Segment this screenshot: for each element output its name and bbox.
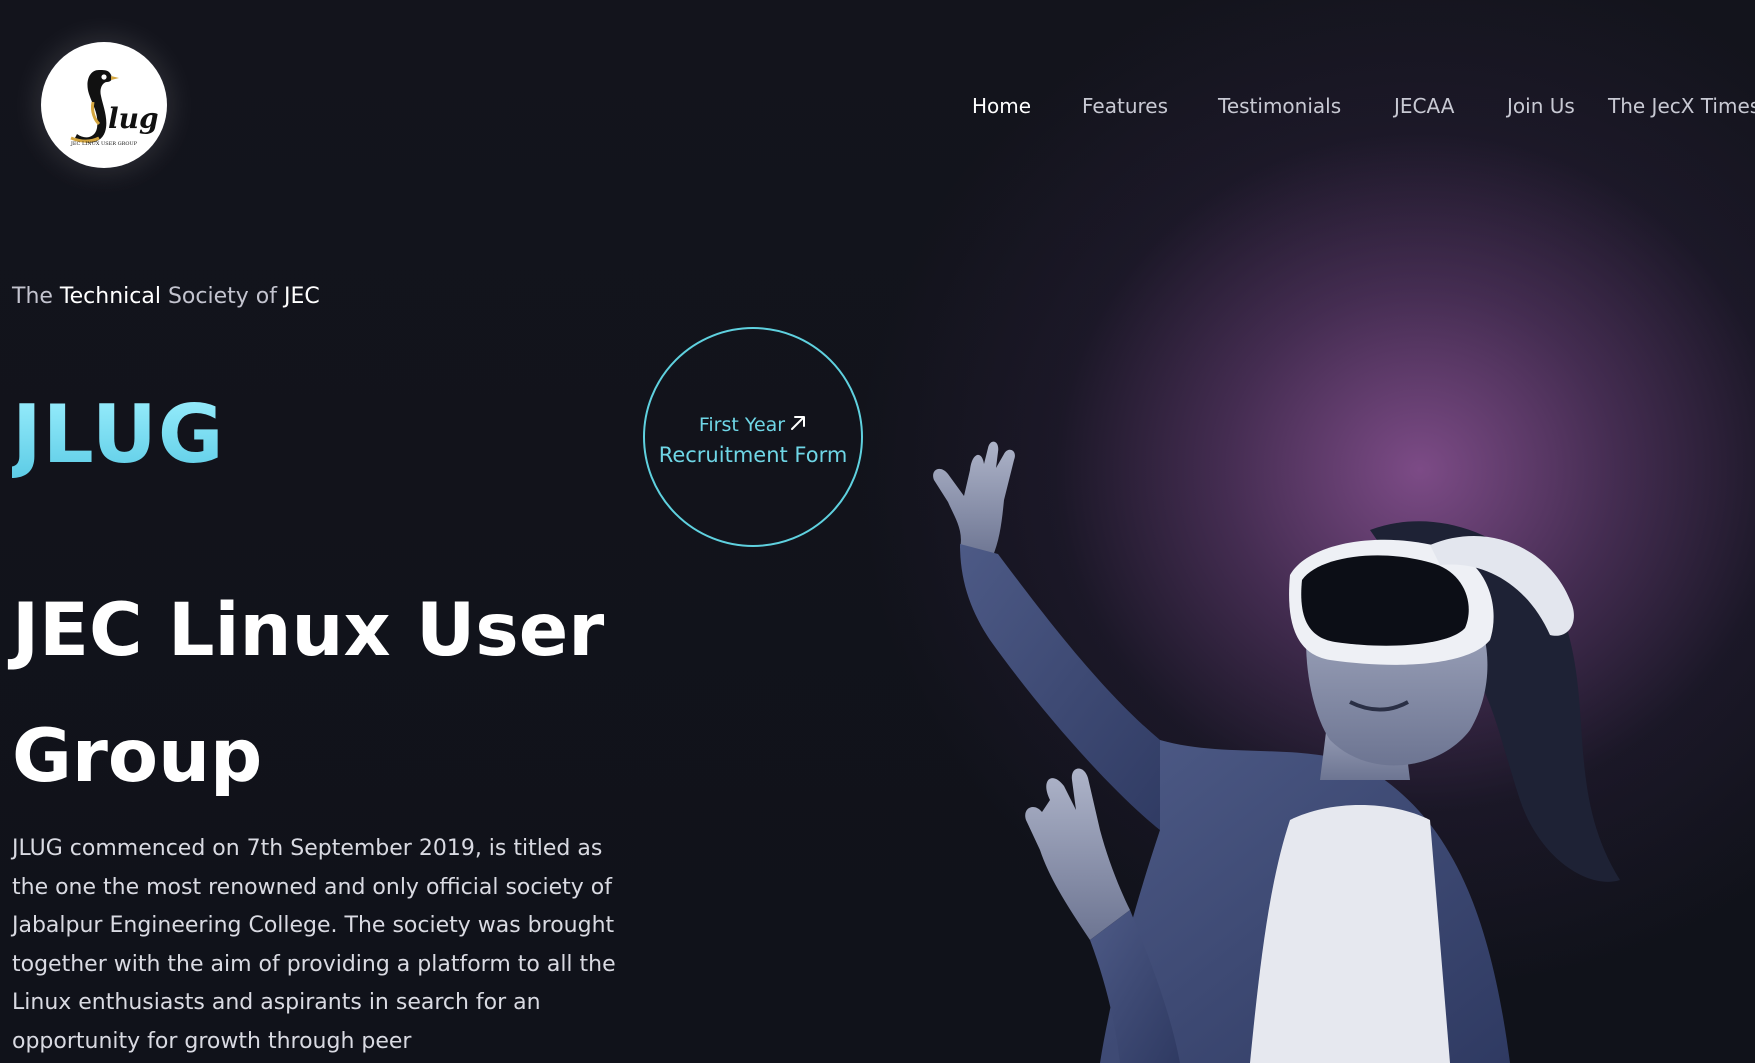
hero-description: JLUG commenced on 7th September 2019, is… — [12, 836, 616, 1054]
nav-features[interactable]: Features — [1082, 91, 1168, 121]
tagline-word-technical: Technical — [59, 284, 161, 309]
hero-headline: JEC Linux User Group — [12, 588, 605, 799]
nav-join-us[interactable]: Join Us — [1507, 91, 1575, 121]
nav-testimonials[interactable]: Testimonials — [1218, 91, 1341, 121]
recruit-line1-text: First Year — [698, 414, 786, 436]
nav-home[interactable]: Home — [972, 91, 1031, 121]
recruit-line1: First Year — [645, 412, 861, 438]
tagline-word-jec: JEC — [283, 284, 320, 309]
hero-tagline: The Technical Society of JEC — [12, 282, 320, 312]
main-nav: Home Features Testimonials JECAA Join Us… — [0, 91, 1755, 121]
arrow-up-right-icon — [791, 416, 806, 430]
recruitment-form-button[interactable]: First Year Recruitment Form — [643, 327, 863, 547]
vr-headset-person-image — [933, 441, 1620, 1063]
logo-subtitle: JEC LINUX USER GROUP — [70, 141, 138, 147]
tagline-word-the: The — [12, 284, 60, 309]
hero-brand-title: JLUG — [12, 385, 225, 485]
nav-jecaa[interactable]: JECAA — [1394, 91, 1454, 121]
nav-jecx-times[interactable]: The JecX Times — [1608, 91, 1755, 121]
tagline-word-society: Society of — [160, 284, 284, 309]
recruit-line2: Recruitment Form — [658, 443, 848, 467]
